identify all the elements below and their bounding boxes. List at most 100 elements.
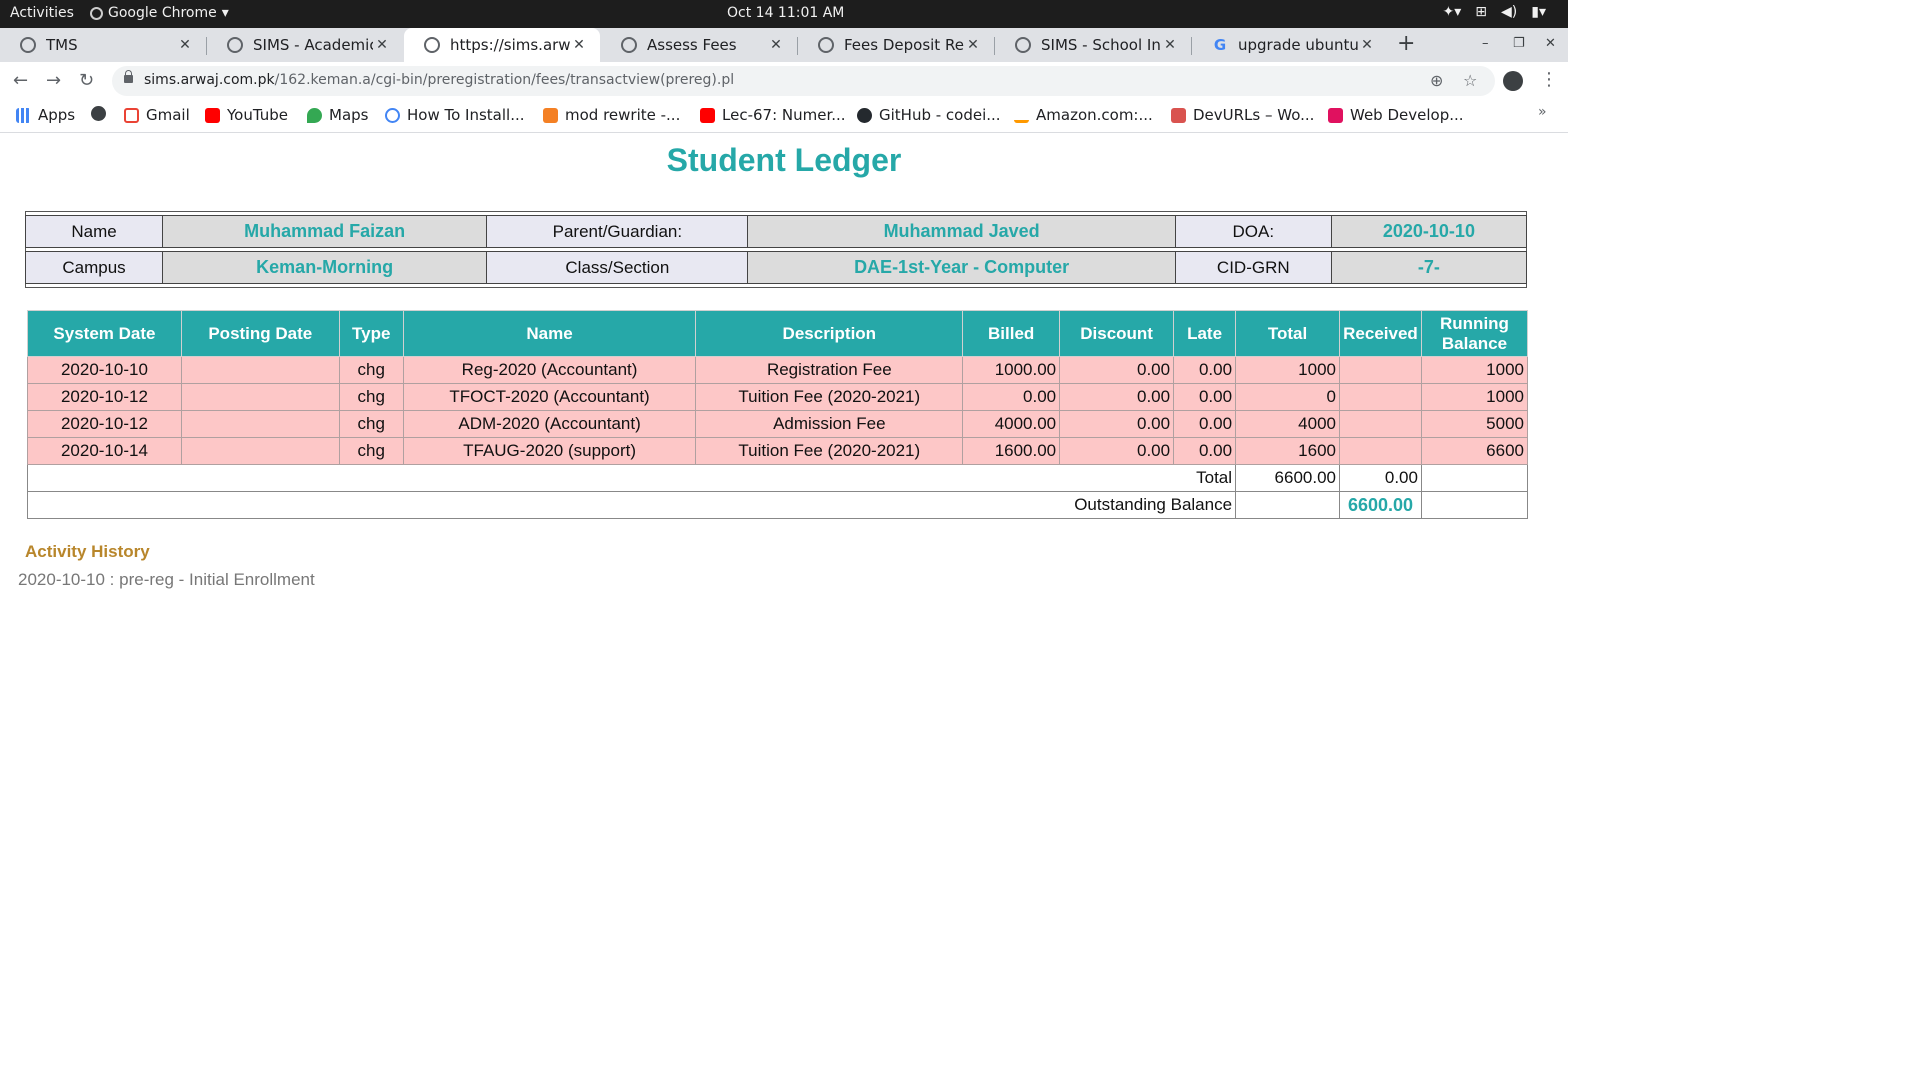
- url-host: sims.arwaj.com.pk: [144, 72, 275, 88]
- close-icon[interactable]: ✕: [176, 37, 194, 53]
- close-icon[interactable]: ✕: [1358, 37, 1376, 53]
- cell-late: 0.00: [1173, 356, 1237, 384]
- cid-grn-value: -7-: [1330, 251, 1528, 284]
- cell-type: chg: [338, 383, 404, 411]
- col-system-date: System Date: [27, 310, 182, 357]
- cell-system-date: 2020-10-12: [27, 410, 182, 438]
- col-type: Type: [338, 310, 404, 357]
- youtube-icon: [700, 107, 715, 123]
- network-icon[interactable]: ⊞: [1475, 4, 1487, 20]
- bookmark-web-develop[interactable]: Web Develop...: [1328, 106, 1464, 124]
- bookmarks-bar: Apps Gmail YouTube Maps How To Install..…: [0, 100, 1568, 133]
- address-bar[interactable]: sims.arwaj.com.pk/162.keman.a/cgi-bin/pr…: [112, 66, 1495, 96]
- cell-late: 0.00: [1173, 383, 1237, 411]
- accessibility-icon[interactable]: ✦▾: [1443, 4, 1462, 20]
- bookmark-mod-rewrite[interactable]: mod rewrite -...: [543, 106, 680, 124]
- more-menu-icon[interactable]: ⋮: [1540, 69, 1558, 90]
- cell-total: 0: [1235, 383, 1340, 411]
- cell-received: [1338, 383, 1422, 411]
- gmail-icon: [124, 107, 139, 123]
- zoom-icon[interactable]: ⊕: [1430, 71, 1443, 90]
- bookmark-label: How To Install...: [407, 106, 525, 124]
- bookmark-maps[interactable]: Maps: [307, 106, 368, 124]
- close-icon[interactable]: ✕: [570, 37, 588, 53]
- forward-icon[interactable]: →: [46, 70, 61, 91]
- url-text[interactable]: sims.arwaj.com.pk/162.keman.a/cgi-bin/pr…: [144, 72, 734, 88]
- minimize-icon[interactable]: –: [1482, 36, 1489, 51]
- bookmark-apps[interactable]: Apps: [16, 106, 75, 124]
- outstanding-label: Outstanding Balance: [26, 491, 1237, 519]
- activities-button[interactable]: Activities: [10, 5, 74, 21]
- student-info-table: Name Muhammad Faizan Parent/Guardian: Mu…: [24, 211, 1528, 288]
- tab-active-ledger[interactable]: https://sims.arwaj.com.pk ✕: [404, 28, 600, 62]
- stackoverflow-icon: [543, 107, 558, 123]
- loading-icon: [385, 107, 400, 123]
- campus-value: Keman-Morning: [162, 251, 488, 284]
- col-received: Received: [1338, 310, 1422, 357]
- cell-billed: 1600.00: [962, 437, 1061, 465]
- tab-strip: TMS ✕ SIMS - Academic ✕ https://sims.arw…: [0, 28, 1568, 62]
- ledger-table: System Date Posting Date Type Name Descr…: [26, 310, 1529, 519]
- youtube-icon: [205, 107, 220, 123]
- close-icon[interactable]: ✕: [1161, 37, 1179, 53]
- globe-icon: [227, 37, 243, 53]
- cell-description: Tuition Fee (2020-2021): [695, 437, 964, 465]
- tab-title: SIMS - School Information: [1041, 36, 1161, 54]
- close-window-icon[interactable]: ✕: [1545, 36, 1556, 51]
- restore-icon[interactable]: ❐: [1513, 36, 1525, 51]
- bookmark-label: YouTube: [227, 106, 288, 124]
- col-late: Late: [1173, 310, 1237, 357]
- profile-avatar-icon[interactable]: [1503, 71, 1523, 91]
- bookmark-gmail[interactable]: Gmail: [124, 106, 190, 124]
- cell-late: 0.00: [1173, 437, 1237, 465]
- bookmark-github[interactable]: GitHub - codei...: [857, 106, 1001, 124]
- bookmark-label: Web Develop...: [1350, 106, 1464, 124]
- tab-fees-deposit[interactable]: Fees Deposit Report ✕: [798, 28, 994, 62]
- cell-total: 4000: [1235, 410, 1340, 438]
- back-icon[interactable]: ←: [13, 70, 28, 91]
- battery-icon[interactable]: ▮▾: [1531, 4, 1546, 20]
- bookmark-how-to-install[interactable]: How To Install...: [385, 106, 525, 124]
- total-billed-value: 6600.00: [1235, 464, 1340, 492]
- volume-icon[interactable]: ◀): [1501, 4, 1517, 20]
- doa-label: DOA:: [1174, 215, 1332, 248]
- bookmark-globe[interactable]: [91, 106, 106, 121]
- guardian-label: Parent/Guardian:: [486, 215, 749, 248]
- page-title: Student Ledger: [666, 142, 902, 178]
- cell-type: chg: [338, 356, 404, 384]
- bookmark-lec-67[interactable]: Lec-67: Numer...: [700, 106, 846, 124]
- activity-history-heading: Activity History: [25, 542, 150, 561]
- bookmarks-overflow-button[interactable]: »: [1538, 104, 1547, 120]
- tab-sims-academic[interactable]: SIMS - Academic ✕: [207, 28, 403, 62]
- bookmark-star-icon[interactable]: ☆: [1463, 71, 1477, 90]
- name-label: Name: [24, 215, 164, 248]
- tab-title: https://sims.arwaj.com.pk: [450, 36, 570, 54]
- col-running-balance: Running Balance: [1420, 310, 1529, 357]
- campus-label: Campus: [24, 251, 164, 284]
- bookmark-youtube[interactable]: YouTube: [205, 106, 288, 124]
- cell-system-date: 2020-10-12: [27, 383, 182, 411]
- tab-assess-fees[interactable]: Assess Fees ✕: [601, 28, 797, 62]
- tab-upgrade-ubuntu[interactable]: G upgrade ubuntu from ✕: [1192, 28, 1388, 62]
- ledger-header-row: System Date Posting Date Type Name Descr…: [27, 310, 1529, 357]
- reload-icon[interactable]: ↻: [79, 70, 94, 91]
- system-tray[interactable]: ✦▾ ⊞ ◀) ▮▾: [1443, 4, 1546, 20]
- tab-tms[interactable]: TMS ✕: [0, 28, 206, 62]
- bookmark-amazon[interactable]: Amazon.com:...: [1014, 106, 1153, 124]
- clock[interactable]: Oct 14 11:01 AM: [727, 5, 844, 21]
- tab-sims-school[interactable]: SIMS - School Information ✕: [995, 28, 1191, 62]
- app-name: Google Chrome: [108, 5, 217, 21]
- bookmark-label: Maps: [329, 106, 369, 124]
- close-icon[interactable]: ✕: [373, 37, 391, 53]
- globe-icon: [20, 37, 36, 53]
- outstanding-balance-row: Outstanding Balance 6600.00: [26, 491, 1529, 519]
- tab-title: Fees Deposit Report: [844, 36, 964, 54]
- close-icon[interactable]: ✕: [964, 37, 982, 53]
- bookmark-label: Lec-67: Numer...: [722, 106, 846, 124]
- bookmark-devurls[interactable]: DevURLs – Wo...: [1171, 106, 1314, 124]
- lock-icon[interactable]: [124, 70, 133, 83]
- bookmark-label: Amazon.com:...: [1036, 106, 1153, 124]
- new-tab-button[interactable]: +: [1397, 33, 1415, 55]
- close-icon[interactable]: ✕: [767, 37, 785, 53]
- app-menu[interactable]: Google Chrome ▾: [90, 5, 229, 21]
